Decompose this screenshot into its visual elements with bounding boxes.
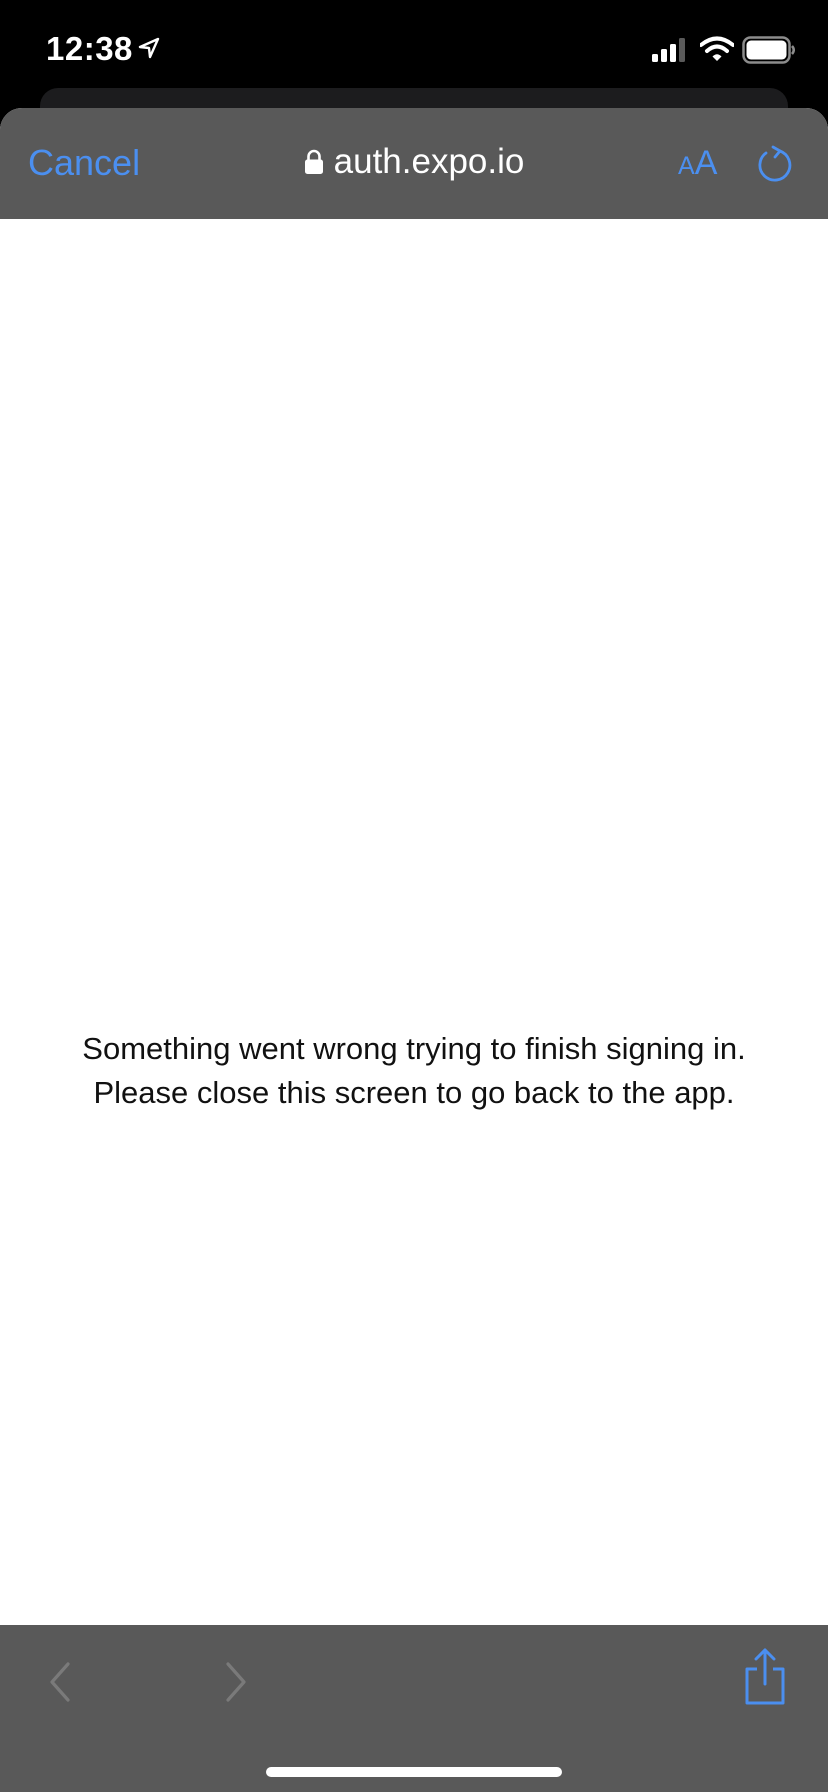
forward-chevron-icon[interactable]: [220, 1657, 252, 1707]
text-size-small-letter: A: [678, 152, 695, 180]
browser-toolbar: [0, 1625, 828, 1792]
url-display[interactable]: auth.expo.io: [304, 142, 525, 182]
browser-sheet: Cancel auth.expo.io AA Something went wr…: [0, 108, 828, 1792]
reload-icon[interactable]: [756, 144, 794, 184]
text-size-large-letter: A: [694, 144, 718, 182]
location-arrow-icon: [138, 37, 160, 59]
cellular-signal-icon: [652, 38, 685, 62]
error-message-line-1: Something went wrong trying to finish si…: [82, 1031, 746, 1066]
status-time: 12:38: [46, 30, 133, 67]
error-message: Something went wrong trying to finish si…: [0, 1027, 828, 1115]
wifi-icon: [700, 36, 734, 61]
screen: 12:38 Cancel auth.expo.io AA Something w…: [0, 0, 828, 1792]
status-bar: 12:38: [0, 0, 828, 100]
battery-icon: [742, 36, 795, 64]
home-indicator: [266, 1767, 562, 1777]
cancel-button[interactable]: Cancel: [28, 142, 140, 184]
web-content: Something went wrong trying to finish si…: [0, 219, 828, 1624]
lock-icon: [304, 149, 323, 174]
share-icon[interactable]: [742, 1647, 788, 1707]
browser-nav-bar: Cancel auth.expo.io AA: [0, 108, 828, 219]
url-text: auth.expo.io: [333, 142, 525, 181]
text-size-button[interactable]: AA: [678, 146, 717, 180]
error-message-line-2: Please close this screen to go back to t…: [93, 1075, 735, 1110]
back-chevron-icon[interactable]: [44, 1657, 76, 1707]
